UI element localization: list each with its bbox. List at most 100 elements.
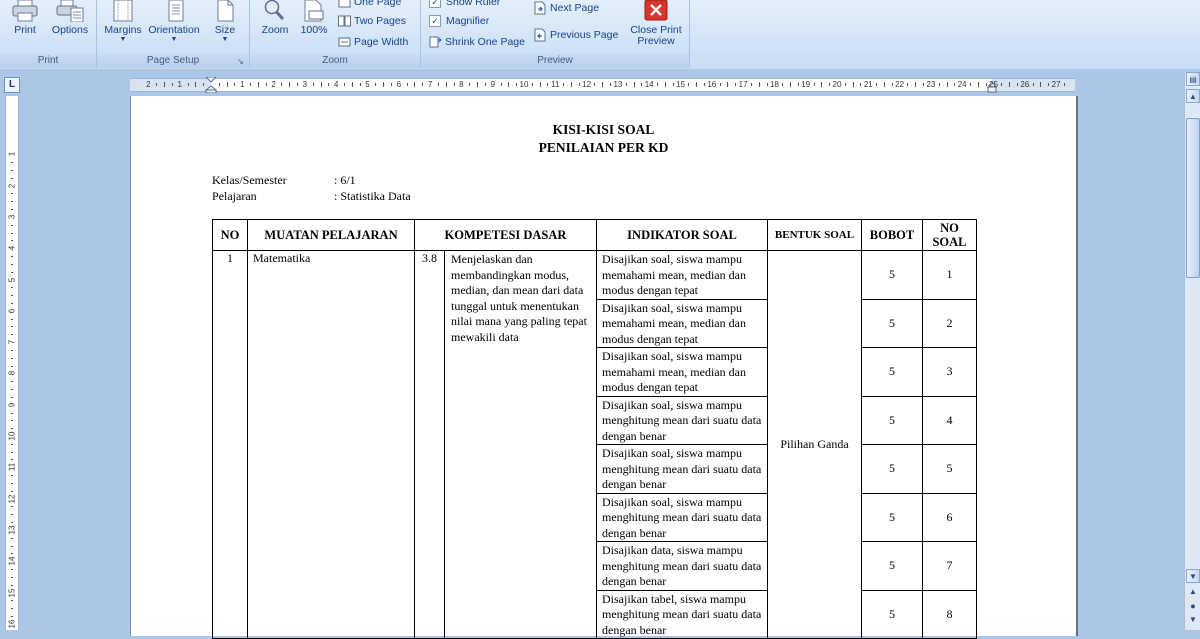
next-page-icon	[534, 1, 546, 15]
ruler-tick	[11, 490, 13, 492]
ruler-tick	[226, 82, 228, 87]
header-no-soal: NO SOAL	[922, 219, 977, 251]
ruler-tick	[390, 83, 392, 86]
ruler-tick	[11, 522, 13, 524]
ruler-number: 12	[7, 494, 17, 504]
options-button[interactable]: Options	[48, 0, 92, 52]
next-page-browse-icon[interactable]: ▼	[1186, 613, 1200, 627]
ruler-tick	[164, 82, 166, 87]
close-print-preview-label: Close Print Preview	[627, 25, 685, 47]
ruler-toggle-icon[interactable]: ▤	[1186, 72, 1200, 86]
print-button[interactable]: Print	[6, 0, 44, 52]
magnifier-label: Magnifier	[446, 15, 490, 27]
ruler-tick	[203, 83, 205, 86]
ruler-tick	[234, 83, 236, 86]
ruler-tick	[876, 83, 878, 86]
zoom-group: Zoom 100% One Page Two Pages Page Width …	[250, 0, 421, 68]
horizontal-ruler[interactable]: 2 1 1 2 3 4 5 6 7 8 9 10 11 12 13 14 15 16 17 18 19 20 21 22 23 2…	[130, 77, 1075, 93]
dialog-launcher-icon[interactable]: ↘	[236, 57, 245, 66]
size-button[interactable]: Size ▼	[207, 0, 243, 52]
pelajaran-value: : Statistika Data	[334, 189, 411, 203]
orientation-button[interactable]: Orientation ▼	[145, 0, 203, 52]
options-label: Options	[51, 24, 89, 36]
ruler-number: 1	[177, 80, 182, 89]
ruler-tick	[735, 83, 737, 86]
zoom-button[interactable]: Zoom	[258, 0, 292, 52]
row-no: 1	[212, 250, 248, 639]
next-page-label: Next Page	[550, 2, 600, 14]
table-row: 1 Matematika 3.8 Menjelaskan dan membanding…	[212, 250, 977, 639]
magnifier-checkbox[interactable]: ✓ Magnifier	[429, 13, 489, 29]
ruler-tick	[688, 83, 690, 86]
select-browse-object-icon[interactable]: ●	[1186, 599, 1200, 613]
vertical-scrollbar[interactable]: ▤ ▲ ▼ ▲ ● ▼	[1184, 72, 1200, 630]
ruler-tick	[156, 83, 158, 86]
bobot-cell: 5	[861, 298, 923, 348]
ruler-tick	[11, 545, 13, 547]
indikator-cell: Disajikan soal, siswa mampu menghitung m…	[596, 492, 768, 542]
ruler-tick	[11, 326, 13, 328]
ruler-tick	[516, 83, 518, 86]
ribbon: Print Options Print Margins ▼ Orientatio…	[0, 0, 1200, 70]
orientation-icon	[168, 0, 184, 22]
ruler-tick	[719, 83, 721, 86]
ruler-tick	[602, 82, 604, 87]
ruler-number: 9	[7, 402, 17, 407]
ruler-tick	[633, 82, 635, 87]
previous-page-button[interactable]: Previous Page	[533, 27, 618, 43]
close-print-preview-button[interactable]: Close Print Preview	[627, 0, 685, 52]
scrollbar-thumb[interactable]	[1186, 118, 1200, 278]
header-no: NO	[212, 219, 248, 251]
ruler-tick	[813, 83, 815, 86]
indent-marker-icon[interactable]	[205, 77, 217, 93]
ruler-tick	[672, 83, 674, 86]
vertical-ruler[interactable]: 1 2 3 4 5 6 7 8 9 10 11 12 13 14 15 16	[5, 96, 19, 630]
shrink-one-page-button[interactable]: Shrink One Page	[429, 34, 525, 50]
bobot-cell: 5	[861, 395, 923, 445]
ruler-number: 9	[490, 80, 495, 89]
ruler-number: 12	[582, 80, 592, 89]
ruler-tick	[187, 83, 189, 86]
ruler-tick	[437, 83, 439, 86]
indikator-cell: Disajikan soal, siswa mampu menghitung m…	[596, 395, 768, 445]
header-no-soal-line1: NO	[940, 221, 959, 235]
close-label-line2: Preview	[637, 35, 675, 47]
previous-page-browse-icon[interactable]: ▲	[1186, 585, 1200, 599]
margins-button[interactable]: Margins ▼	[101, 0, 145, 52]
checkbox-checked-icon: ✓	[429, 0, 441, 9]
next-page-button[interactable]: Next Page	[533, 0, 599, 16]
header-bobot: BOBOT	[861, 219, 923, 251]
preview-group: ✓ Show Ruler ✓ Magnifier Shrink One Page N…	[421, 0, 690, 68]
bobot-cell: 5	[861, 347, 923, 397]
ruler-number: 25	[989, 80, 998, 89]
one-page-button[interactable]: One Page	[338, 0, 401, 10]
ruler-number: 3	[302, 80, 308, 89]
ruler-tick	[907, 83, 909, 86]
two-pages-button[interactable]: Two Pages	[338, 13, 406, 29]
ruler-tick	[11, 443, 13, 445]
ruler-tick	[11, 569, 13, 571]
ruler-number: 7	[427, 80, 433, 89]
scroll-down-icon[interactable]: ▼	[1186, 569, 1200, 583]
ruler-number: 11	[7, 463, 17, 472]
document-subtitle: PENILAIAN PER KD	[538, 140, 669, 155]
scroll-up-icon[interactable]: ▲	[1186, 89, 1200, 103]
ruler-number: 1	[240, 80, 245, 89]
ruler-number: 14	[644, 80, 654, 89]
ruler-tick	[11, 475, 13, 477]
zoom-100-button[interactable]: 100%	[296, 0, 332, 52]
print-options-icon	[56, 0, 84, 22]
tab-selector-button[interactable]: L	[4, 77, 20, 93]
page-width-button[interactable]: Page Width	[338, 34, 408, 50]
bobot-cell: 5	[861, 541, 923, 591]
ruler-tick	[414, 82, 416, 87]
ruler-tick	[852, 82, 854, 87]
bobot-cell: 5	[861, 589, 923, 639]
ruler-number: 16	[7, 619, 17, 629]
ruler-tick	[11, 349, 13, 351]
ruler-tick	[477, 82, 479, 87]
ruler-number: 4	[7, 245, 17, 251]
document-page: KISI-KISI SOAL PENILAIAN PER KD Kelas/Se…	[130, 96, 1078, 639]
show-ruler-checkbox[interactable]: ✓ Show Ruler	[429, 0, 500, 10]
kd-text-cell: Menjelaskan dan membandingkan modus, med…	[444, 250, 597, 639]
